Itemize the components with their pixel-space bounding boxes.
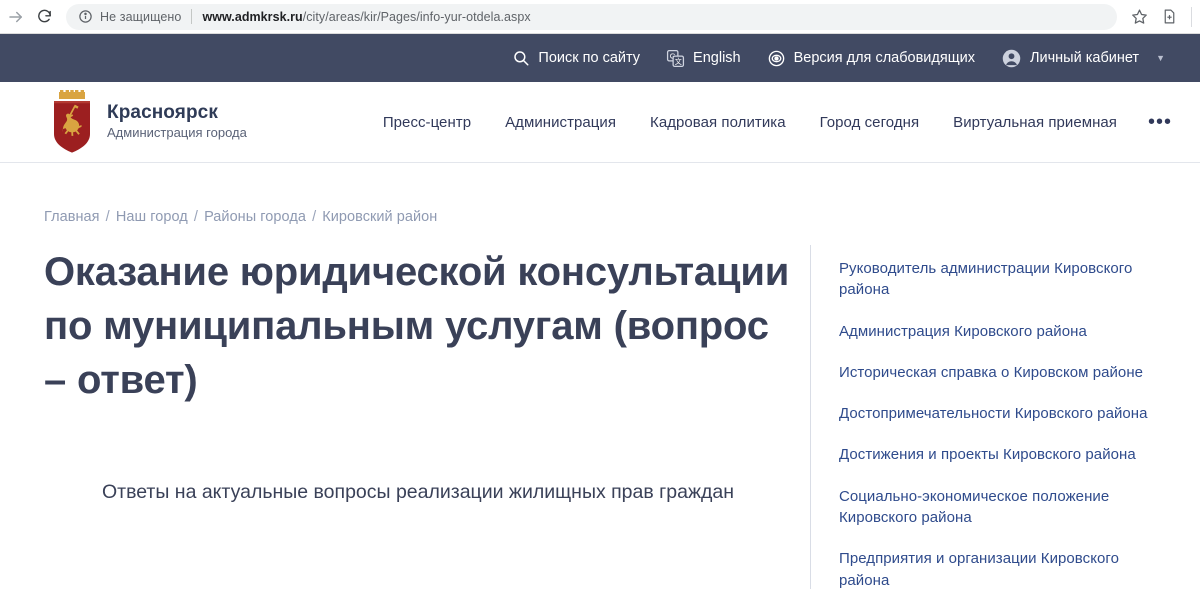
breadcrumb-separator: / <box>312 209 317 225</box>
star-icon[interactable] <box>1125 3 1153 31</box>
brand-title: Красноярск <box>107 101 218 123</box>
site-search-button[interactable]: Поиск по сайту <box>499 34 653 82</box>
content-columns: Оказание юридической консультации по мун… <box>44 245 1178 589</box>
toolbar-edge-divider <box>1191 6 1192 27</box>
breadcrumb-separator: / <box>193 209 198 225</box>
breadcrumb: Главная / Наш город / Районы города / Ки… <box>44 163 1178 225</box>
browser-toolbar: Не защищено www.admkrsk.ru/city/areas/ki… <box>0 0 1200 34</box>
svg-text:文: 文 <box>675 57 682 66</box>
sidebar-item-historical-reference[interactable]: Историческая справка о Кировском районе <box>839 362 1169 383</box>
breadcrumb-item-kirovsky-district[interactable]: Кировский район <box>322 209 437 225</box>
omnibox-divider <box>191 9 193 24</box>
document-plus-icon[interactable] <box>1155 3 1183 31</box>
reload-icon[interactable] <box>30 3 58 31</box>
nav-item-press-center[interactable]: Пресс-центр <box>366 114 488 131</box>
nav-item-administration[interactable]: Администрация <box>488 114 633 131</box>
sidebar-item-enterprises-organizations[interactable]: Предприятия и организации Кировского рай… <box>839 548 1169 589</box>
nav-item-personnel-policy[interactable]: Кадровая политика <box>633 114 803 131</box>
brand-subtitle: Администрация города <box>107 125 247 141</box>
main-navigation: Пресс-центр Администрация Кадровая полит… <box>247 112 1178 132</box>
accessibility-version-label: Версия для слабовидящих <box>793 50 975 66</box>
utility-bar: Поиск по сайту G文 English Версия для сла… <box>0 34 1200 82</box>
url-path: /city/areas/kir/Pages/info-yur-otdela.as… <box>302 9 531 24</box>
personal-account-menu[interactable]: Личный кабинет ▼ <box>988 34 1178 82</box>
security-status-label: Не защищено <box>100 9 182 24</box>
nav-item-city-today[interactable]: Город сегодня <box>803 114 937 131</box>
chevron-down-icon: ▼ <box>1156 53 1165 63</box>
forward-icon[interactable] <box>2 3 30 31</box>
breadcrumb-separator: / <box>105 209 110 225</box>
nav-item-virtual-reception[interactable]: Виртуальная приемная <box>936 114 1134 131</box>
browser-actions <box>1125 3 1192 31</box>
sidebar-item-achievements-projects[interactable]: Достижения и проекты Кировского района <box>839 444 1169 465</box>
sidebar-item-socioeconomic-status[interactable]: Социально-экономическое положение Кировс… <box>839 486 1169 529</box>
breadcrumb-item-city-districts[interactable]: Районы города <box>204 209 306 225</box>
eye-icon <box>767 49 786 68</box>
url-text: www.admkrsk.ru/city/areas/kir/Pages/info… <box>202 10 530 24</box>
search-icon <box>512 49 530 67</box>
krasnoyarsk-coat-of-arms-icon <box>50 90 94 154</box>
address-bar[interactable]: Не защищено www.admkrsk.ru/city/areas/ki… <box>66 3 1117 30</box>
page-content: Главная / Наш город / Районы города / Ки… <box>0 163 1200 589</box>
personal-account-label: Личный кабинет <box>1029 50 1140 66</box>
user-circle-icon <box>1001 48 1022 69</box>
url-host: www.admkrsk.ru <box>202 9 303 24</box>
site-search-label: Поиск по сайту <box>538 50 641 66</box>
sidebar-related-links: Руководитель администрации Кировского ра… <box>810 245 1178 589</box>
language-switch-button[interactable]: G文 English <box>653 34 754 82</box>
translate-icon: G文 <box>666 49 685 68</box>
sidebar-item-district-administration[interactable]: Администрация Кировского района <box>839 321 1169 342</box>
brand-text: Красноярск Администрация города <box>107 102 247 143</box>
info-circle-icon[interactable] <box>78 9 93 24</box>
page-lede: Ответы на актуальные вопросы реализации … <box>102 481 734 503</box>
site-header: Красноярск Администрация города Пресс-це… <box>0 82 1200 163</box>
nav-more-icon[interactable]: ••• <box>1134 112 1178 132</box>
main-column: Оказание юридической консультации по мун… <box>44 245 806 589</box>
breadcrumb-item-home[interactable]: Главная <box>44 209 100 225</box>
sidebar-item-district-head[interactable]: Руководитель администрации Кировского ра… <box>839 258 1169 301</box>
page-title: Оказание юридической консультации по мун… <box>44 250 790 402</box>
sidebar-item-landmarks[interactable]: Достопримечательности Кировского района <box>839 403 1169 424</box>
accessibility-version-button[interactable]: Версия для слабовидящих <box>754 34 988 82</box>
breadcrumb-item-our-city[interactable]: Наш город <box>116 209 188 225</box>
site-logo-link[interactable]: Красноярск Администрация города <box>50 90 247 154</box>
language-switch-label: English <box>693 50 741 66</box>
